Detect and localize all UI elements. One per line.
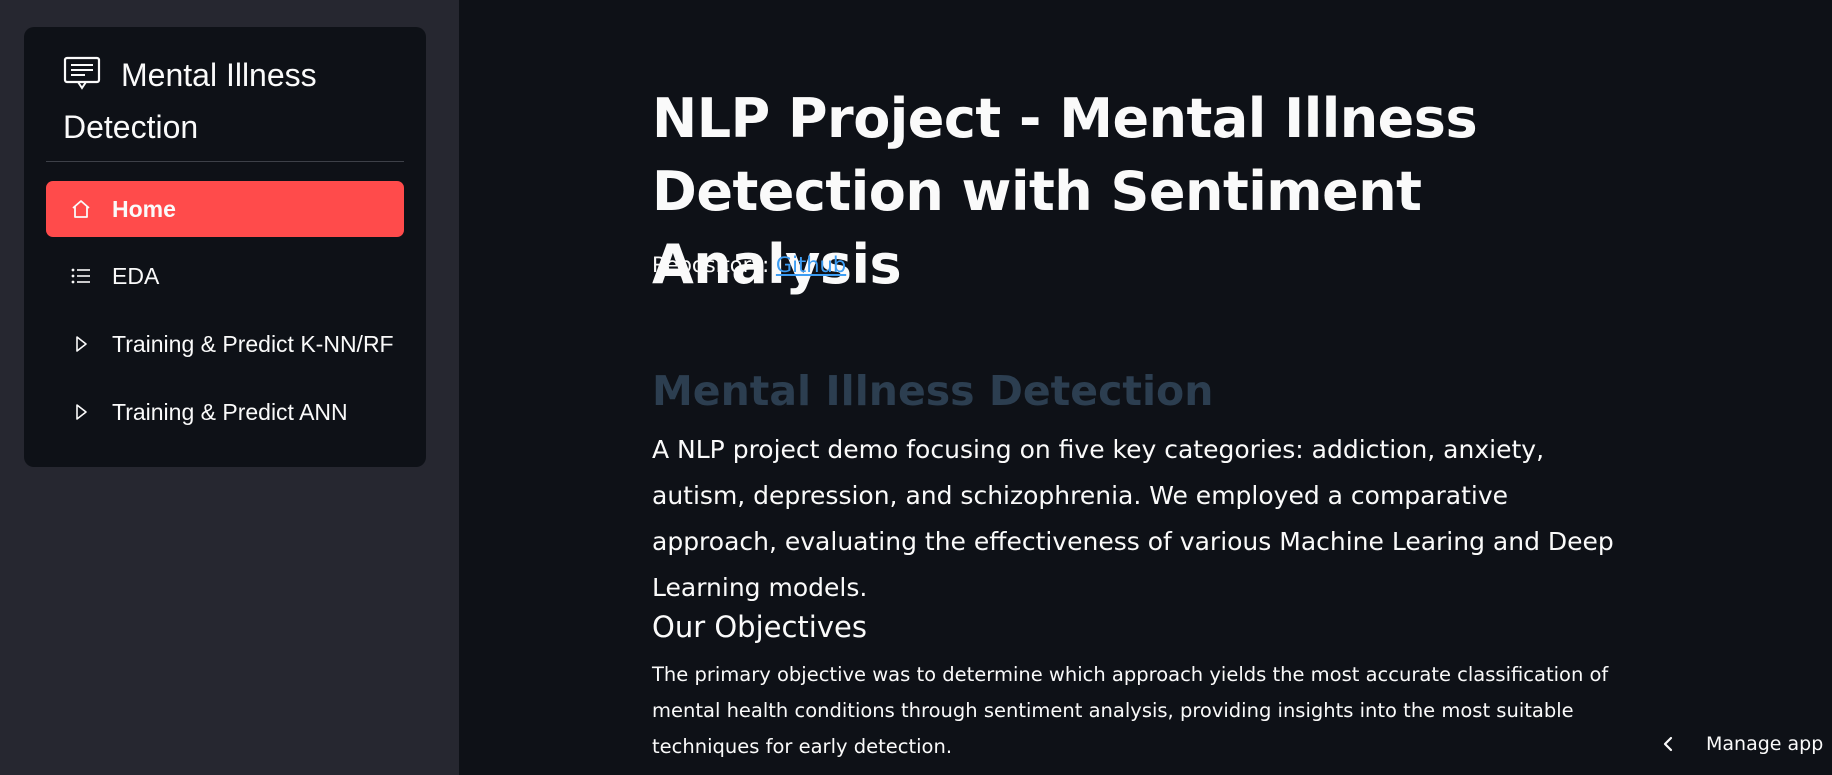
section-title: Mental Illness Detection (652, 367, 1214, 415)
chevron-left-icon (1663, 736, 1673, 752)
repository-label: Repository: (652, 253, 776, 277)
menu-item-label: Training & Predict K-NN/RF (112, 330, 394, 357)
play-icon (76, 336, 87, 352)
objectives-paragraph: The primary objective was to determine w… (652, 663, 1609, 758)
github-link[interactable]: Github (776, 253, 846, 277)
manage-app-button[interactable]: Manage app (1660, 733, 1823, 755)
menu-divider (46, 161, 404, 162)
option-menu: Mental Illness Detection Home EDA Traini… (24, 27, 426, 467)
menu-item-training-ann[interactable]: Training & Predict ANN (46, 384, 404, 440)
menu-item-label: Training & Predict ANN (112, 398, 348, 425)
house-icon (72, 200, 90, 218)
menu-header: Mental Illness Detection (63, 49, 403, 153)
repository-line: Repository: Github (652, 253, 846, 277)
lead-paragraph: A NLP project demo focusing on five key … (652, 435, 1614, 602)
menu-title: Mental Illness Detection (63, 57, 317, 145)
menu-item-eda[interactable]: EDA (46, 248, 404, 304)
card-text-icon (63, 56, 101, 90)
menu-item-home[interactable]: Home (46, 181, 404, 237)
list-icon (71, 268, 90, 284)
menu-item-training-knn-rf[interactable]: Training & Predict K-NN/RF (46, 316, 404, 372)
sidebar: Mental Illness Detection Home EDA Traini… (0, 0, 459, 775)
menu-item-label: EDA (112, 262, 160, 289)
play-icon (76, 404, 87, 420)
manage-app-label: Manage app (1706, 733, 1824, 755)
menu-item-label: Home (112, 195, 176, 222)
objectives-heading: Our Objectives (652, 610, 867, 644)
